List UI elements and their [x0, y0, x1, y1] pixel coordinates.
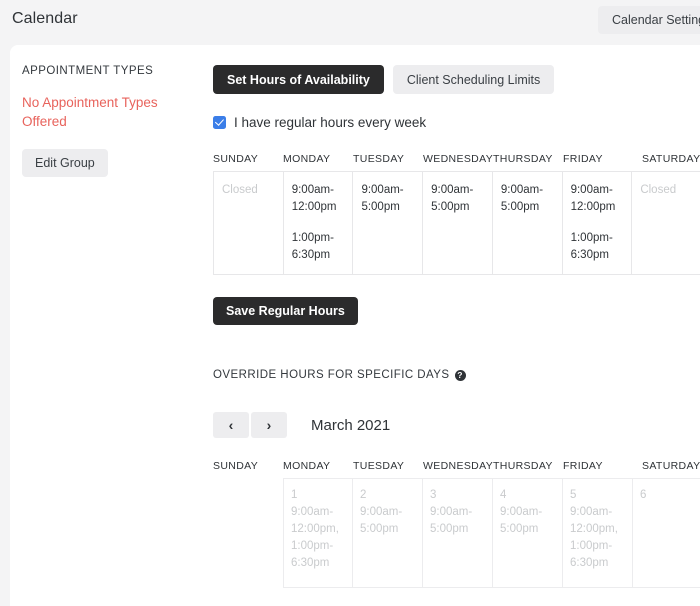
regular-hours-checkbox-label: I have regular hours every week	[234, 115, 427, 130]
hours-line-2: 1:00pm-6:30pm	[291, 232, 334, 261]
calendar-day-number: 5	[570, 489, 577, 501]
day-header-monday: MONDAY	[283, 153, 331, 165]
tab-set-hours-of-availability[interactable]: Set Hours of Availability	[213, 65, 384, 94]
regular-hours-grid: Closed 9:00am-12:00pm 1:00pm-6:30pm 9:00…	[213, 171, 700, 275]
help-icon[interactable]: ?	[454, 369, 466, 381]
prev-month-button[interactable]: ‹	[213, 412, 249, 438]
calendar-day-hours: 9:00am-5:00pm	[500, 506, 543, 535]
calendar-day-cell-5[interactable]: 5 9:00am-12:00pm, 1:00pm-6:30pm	[563, 478, 633, 588]
hours-line-1: Closed	[222, 184, 258, 196]
hours-line-1: 9:00am-5:00pm	[500, 184, 544, 213]
regular-hours-cell-monday[interactable]: 9:00am-12:00pm 1:00pm-6:30pm	[284, 172, 354, 274]
regular-hours-cell-wednesday[interactable]: 9:00am-5:00pm	[423, 172, 493, 274]
calendar-day-hours: 9:00am-5:00pm	[360, 506, 403, 535]
main-panel: Set Hours of Availability Client Schedul…	[203, 45, 700, 606]
tab-client-scheduling-limits[interactable]: Client Scheduling Limits	[392, 65, 555, 94]
hours-spacer	[640, 199, 694, 213]
page-title: Calendar	[12, 10, 78, 27]
hours-spacer	[222, 199, 275, 213]
regular-hours-cell-thursday[interactable]: 9:00am-5:00pm	[493, 172, 563, 274]
override-day-header-monday: MONDAY	[283, 460, 331, 472]
override-day-header-thursday: THURSDAY	[493, 460, 553, 472]
override-day-header-wednesday: WEDNESDAY	[423, 460, 494, 472]
regular-hours-cell-tuesday[interactable]: 9:00am-5:00pm	[353, 172, 424, 274]
month-label: March 2021	[311, 416, 391, 434]
hours-line-1: Closed	[640, 184, 677, 196]
hours-line-1: 9:00am-5:00pm	[361, 184, 404, 213]
day-header-thursday: THURSDAY	[493, 153, 553, 165]
appointment-types-sidebar: APPOINTMENT TYPES No Appointment Types O…	[22, 65, 197, 177]
day-header-wednesday: WEDNESDAY	[423, 153, 494, 165]
edit-group-button[interactable]: Edit Group	[22, 149, 108, 177]
day-header-friday: FRIDAY	[563, 153, 603, 165]
content-card: APPOINTMENT TYPES No Appointment Types O…	[10, 45, 700, 606]
calendar-day-hours: 9:00am-5:00pm	[430, 506, 473, 535]
top-bar: Calendar Calendar Settings	[0, 0, 700, 45]
calendar-day-cell-1[interactable]: 1 9:00am-12:00pm, 1:00pm-6:30pm	[283, 478, 353, 588]
hours-line-2: 1:00pm-6:30pm	[570, 232, 613, 261]
hours-spacer	[501, 216, 554, 230]
next-month-button[interactable]: ›	[251, 412, 287, 438]
calendar-day-cell-4[interactable]: 4 9:00am-5:00pm	[493, 478, 563, 588]
checkbox-icon[interactable]	[213, 116, 226, 129]
regular-hours-checkbox-row: I have regular hours every week	[213, 115, 426, 130]
availability-tabs: Set Hours of Availability Client Schedul…	[213, 65, 555, 94]
hours-line-1: 9:00am-5:00pm	[431, 184, 474, 213]
hours-spacer	[361, 216, 414, 230]
calendar-day-cell-6[interactable]: 6	[633, 478, 700, 588]
no-appointment-types-message: No Appointment Types Offered	[22, 95, 158, 129]
override-day-header-sunday: SUNDAY	[213, 460, 259, 472]
month-navigation: ‹ › March 2021	[213, 412, 390, 438]
calendar-day-cell-2[interactable]: 2 9:00am-5:00pm	[353, 478, 423, 588]
hours-line-1: 9:00am-12:00pm	[570, 184, 616, 213]
override-calendar-week-1: 1 9:00am-12:00pm, 1:00pm-6:30pm 2 9:00am…	[213, 478, 700, 588]
override-day-headers: SUNDAY MONDAY TUESDAY WEDNESDAY THURSDAY…	[213, 460, 700, 472]
regular-hours-cell-friday[interactable]: 9:00am-12:00pm 1:00pm-6:30pm	[563, 172, 633, 274]
hours-line-1: 9:00am-12:00pm	[291, 184, 337, 213]
calendar-day-hours: 9:00am-12:00pm, 1:00pm-6:30pm	[291, 506, 339, 569]
calendar-day-cell-empty	[213, 478, 283, 588]
calendar-day-number: 6	[640, 489, 647, 501]
override-day-header-tuesday: TUESDAY	[353, 460, 405, 472]
save-regular-hours-button[interactable]: Save Regular Hours	[213, 297, 358, 325]
regular-hours-cell-saturday[interactable]: Closed	[632, 172, 700, 274]
override-day-header-friday: FRIDAY	[563, 460, 603, 472]
day-header-saturday: SATURDAY	[642, 153, 700, 165]
day-header-sunday: SUNDAY	[213, 153, 259, 165]
calendar-day-hours: 9:00am-12:00pm, 1:00pm-6:30pm	[570, 506, 618, 569]
override-hours-heading: OVERRIDE HOURS FOR SPECIFIC DAYS ?	[213, 369, 466, 381]
override-hours-title-text: OVERRIDE HOURS FOR SPECIFIC DAYS	[213, 369, 450, 381]
hours-spacer	[431, 216, 484, 230]
regular-hours-cell-sunday[interactable]: Closed	[214, 172, 284, 274]
day-header-tuesday: TUESDAY	[353, 153, 405, 165]
sidebar-heading: APPOINTMENT TYPES	[22, 65, 154, 77]
hours-spacer	[292, 216, 345, 230]
regular-hours-day-headers: SUNDAY MONDAY TUESDAY WEDNESDAY THURSDAY…	[213, 153, 700, 165]
calendar-day-number: 3	[430, 489, 437, 501]
override-day-header-saturday: SATURDAY	[642, 460, 700, 472]
calendar-day-number: 1	[291, 489, 298, 501]
hours-spacer	[571, 216, 624, 230]
calendar-day-number: 2	[360, 489, 367, 501]
calendar-day-number: 4	[500, 489, 507, 501]
calendar-settings-button[interactable]: Calendar Settings	[598, 6, 700, 34]
calendar-day-cell-3[interactable]: 3 9:00am-5:00pm	[423, 478, 493, 588]
